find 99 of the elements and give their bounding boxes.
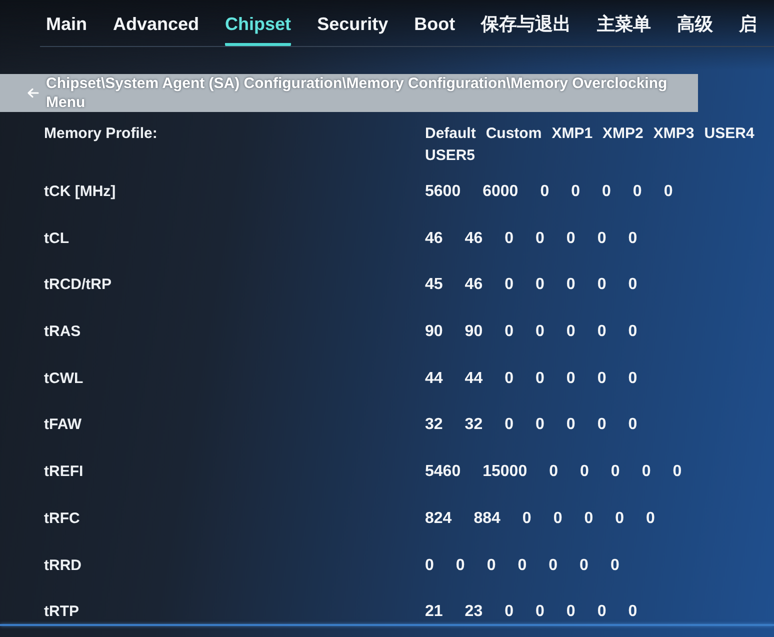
timing-value: 0 <box>628 368 638 389</box>
timing-value: 0 <box>504 275 514 296</box>
profile-heading: Memory Profile: <box>44 124 158 144</box>
timing-value: 5460 <box>425 462 461 482</box>
timing-label: tCL <box>44 228 70 249</box>
profile-column-header: XMP1 <box>552 124 593 144</box>
profile-column-header: USER4 <box>704 124 754 144</box>
timing-value: 0 <box>566 275 576 296</box>
timing-value: 32 <box>425 415 443 436</box>
timing-value: 0 <box>628 322 638 342</box>
timing-value: 0 <box>628 415 638 436</box>
timing-label: tRFC <box>44 508 81 529</box>
timing-label: tRTP <box>44 602 80 622</box>
timing-label: tRCD/tRP <box>44 275 112 296</box>
timing-value: 21 <box>425 602 443 622</box>
timing-value: 46 <box>464 275 483 296</box>
menu-tab[interactable]: 保存与退出 <box>481 1 572 46</box>
timing-value: 0 <box>504 368 514 389</box>
timing-value: 0 <box>566 322 576 342</box>
timing-value: 0 <box>610 462 620 482</box>
timing-value: 44 <box>425 368 443 389</box>
timing-value: 45 <box>425 275 443 296</box>
timing-value: 6000 <box>482 182 518 202</box>
timing-value: 0 <box>597 275 606 296</box>
timing-value: 0 <box>597 602 606 622</box>
timing-label: tCWL <box>44 368 84 389</box>
timing-value: 0 <box>597 322 606 342</box>
timing-label: tREFI <box>44 462 84 482</box>
timing-value: 0 <box>536 368 544 389</box>
timing-value: 0 <box>536 415 544 436</box>
timing-value: 0 <box>672 462 682 482</box>
timing-value: 90 <box>464 322 483 342</box>
timing-label: tRAS <box>44 322 82 342</box>
menu-tab[interactable]: Chipset <box>225 1 292 46</box>
timing-value: 0 <box>566 368 576 389</box>
menu-tab[interactable]: 高级 <box>677 1 714 46</box>
profile-column-header: USER5 <box>425 146 476 166</box>
back-arrow-icon[interactable] <box>27 88 39 98</box>
timing-value: 0 <box>504 602 514 622</box>
timing-value: 0 <box>566 415 576 436</box>
timing-value: 23 <box>464 602 483 622</box>
timing-value: 0 <box>597 368 606 389</box>
timing-value: 0 <box>615 508 624 529</box>
timing-value: 0 <box>628 602 638 622</box>
menu-tab[interactable]: Security <box>317 1 388 46</box>
timing-value: 0 <box>602 182 611 202</box>
menu-tab[interactable]: Main <box>46 1 88 46</box>
timing-value: 0 <box>549 462 558 482</box>
timing-value: 0 <box>597 228 606 249</box>
timing-value: 0 <box>536 275 544 296</box>
timing-value: 0 <box>571 182 580 202</box>
timing-value: 46 <box>464 228 483 249</box>
timing-value: 884 <box>474 508 500 529</box>
timing-value: 0 <box>642 462 651 482</box>
timing-value: 0 <box>425 556 434 576</box>
breadcrumb-path: Chipset\System Agent (SA) Configuration\Memory Configuration\Memory Overclocking Menu <box>46 74 668 112</box>
timing-value: 0 <box>518 556 527 576</box>
timing-value: 824 <box>425 508 452 529</box>
timing-value: 0 <box>504 415 514 436</box>
timing-value: 0 <box>628 228 638 249</box>
timing-value: 0 <box>504 228 514 249</box>
timing-label: tCK [MHz] <box>44 182 117 202</box>
timing-value: 0 <box>456 556 465 576</box>
timing-value: 0 <box>504 322 514 342</box>
timing-value: 0 <box>646 508 655 529</box>
timing-value: 0 <box>580 556 588 576</box>
timing-value: 46 <box>425 228 443 249</box>
timing-label: tFAW <box>44 415 82 436</box>
timing-value: 0 <box>632 182 642 202</box>
timing-value: 0 <box>566 602 576 622</box>
timing-value: 90 <box>425 322 443 342</box>
timing-value: 0 <box>536 602 544 622</box>
timing-value: 0 <box>584 508 594 529</box>
timing-value: 0 <box>536 228 544 249</box>
profile-column-header: XMP2 <box>602 124 644 144</box>
timing-value: 0 <box>580 462 589 482</box>
timing-value: 15000 <box>482 462 528 482</box>
menu-tab[interactable]: Boot <box>414 1 456 46</box>
menu-tab[interactable]: 主菜单 <box>597 1 652 46</box>
profile-column-header: Custom <box>486 124 542 144</box>
timing-value: 0 <box>566 228 576 249</box>
timing-value: 0 <box>628 275 638 296</box>
timing-value: 32 <box>464 415 483 436</box>
timing-value: 44 <box>464 368 483 389</box>
timing-value: 0 <box>548 556 558 576</box>
timing-value: 0 <box>553 508 562 529</box>
profile-column-header: Default <box>425 124 476 144</box>
menu-tab[interactable]: Advanced <box>113 1 200 46</box>
timing-value: 0 <box>536 322 544 342</box>
timing-label: tRRD <box>44 556 82 576</box>
profile-column-header: XMP3 <box>653 124 694 144</box>
timing-value: 0 <box>486 556 496 576</box>
timing-value: 0 <box>540 182 550 202</box>
timing-value: 0 <box>597 415 606 436</box>
timing-value: 0 <box>522 508 532 529</box>
timing-value: 0 <box>610 556 620 576</box>
menu-tab[interactable]: 启 <box>739 1 758 46</box>
timing-value: 5600 <box>425 182 461 202</box>
timing-value: 0 <box>664 182 673 202</box>
